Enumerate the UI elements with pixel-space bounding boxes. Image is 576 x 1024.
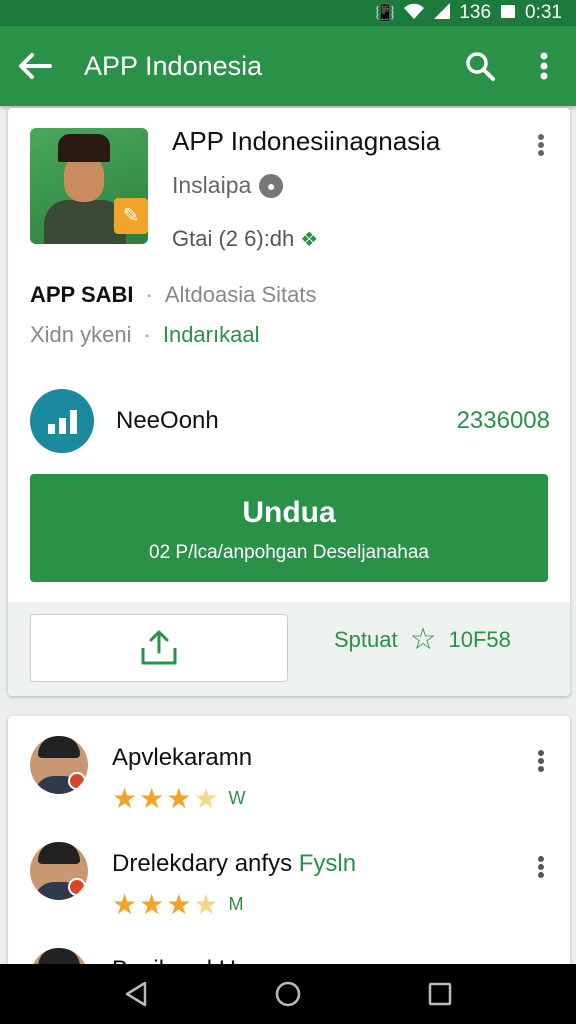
more-vert-icon: [538, 134, 544, 156]
avatar: [30, 842, 88, 900]
more-vert-icon: [538, 856, 544, 878]
star-icon: ★: [112, 889, 138, 920]
star-rating: ★ ★ ★ ★ W: [112, 782, 245, 815]
review-item: Drelekdary anfys Fysln ★ ★ ★ ★ M: [8, 842, 570, 942]
install-label: Undua: [242, 496, 336, 529]
info-key: Xidn ykeni: [30, 322, 132, 347]
page-title: APP Indonesia: [84, 50, 263, 81]
overflow-menu-button[interactable]: [512, 26, 576, 106]
search-icon: [466, 52, 495, 81]
system-nav-bar: [0, 964, 576, 1024]
clock: 0:31: [525, 2, 562, 23]
info-icon: ●: [259, 173, 284, 198]
nav-recents-button[interactable]: [410, 964, 470, 1024]
install-sublabel: 02 P/lca/anpohgan Deseljanahaa: [149, 542, 429, 563]
star-empty-icon: ★: [193, 889, 219, 920]
info-key: APP SABI: [30, 282, 134, 307]
nav-home-button[interactable]: [258, 964, 318, 1024]
reviewer-name: Drelekdary anfys Fysln: [112, 850, 357, 877]
review-more-button[interactable]: [530, 746, 552, 776]
more-vert-icon: [540, 52, 548, 80]
meta-text: Gtai (2 6):dh: [172, 226, 295, 251]
stat-icon: [30, 389, 94, 453]
search-button[interactable]: [448, 26, 512, 106]
star-rating: ★ ★ ★ ★ M: [112, 888, 243, 921]
rating-count: 10F58: [448, 626, 511, 652]
app-more-button[interactable]: [530, 130, 552, 160]
app-bar: APP Indonesia: [0, 26, 576, 106]
square-recents-icon: [428, 982, 452, 1006]
avatar: [30, 736, 88, 794]
developer-link[interactable]: Inslaipa ●: [172, 172, 284, 199]
edit-badge-icon: ✎: [114, 198, 148, 234]
developer-name: Inslaipa: [172, 172, 252, 198]
star-outline-icon: ☆: [409, 623, 437, 656]
more-vert-icon: [538, 750, 544, 772]
install-button[interactable]: Undua 02 P/lca/anpohgan Deseljanahaa: [30, 474, 548, 582]
stat-row[interactable]: NeeOonh 2336008: [30, 388, 550, 454]
review-tag: W: [228, 788, 246, 808]
status-bar: 📳 136 0:31: [0, 0, 576, 26]
separator-dot: ·: [145, 282, 153, 307]
reviewer-name: Apvlekaramn: [112, 744, 253, 771]
share-icon: [141, 630, 177, 665]
back-arrow-icon: [19, 53, 52, 79]
rating-summary[interactable]: Sptuat ☆ 10F58: [334, 622, 511, 657]
action-strip: Sptuat ☆ 10F58: [8, 602, 570, 696]
review-tag: M: [228, 894, 244, 914]
info-row: APP SABI · Altdoasia Sitats: [30, 282, 316, 308]
share-button[interactable]: [30, 614, 288, 682]
reviews-card: Apvlekaramn ★ ★ ★ ★ W Drelekdary anfys F…: [8, 716, 570, 976]
star-icon: ★: [139, 889, 165, 920]
star-icon: ★: [166, 889, 192, 920]
back-button[interactable]: [0, 26, 70, 106]
review-item: Apvlekaramn ★ ★ ★ ★ W: [8, 736, 570, 836]
star-half-icon: ★: [166, 783, 192, 814]
app-meta: Gtai (2 6):dh ❖: [172, 226, 318, 252]
wifi-icon: [403, 2, 425, 25]
battery-icon: [499, 2, 517, 25]
star-icon: ★: [112, 783, 138, 814]
network-label: 136: [459, 2, 492, 23]
info-row: Xidn ykeni · Indarıkaal: [30, 322, 259, 348]
circle-home-icon: [275, 981, 301, 1007]
nav-back-button[interactable]: [106, 964, 166, 1024]
stat-label: NeeOonh: [116, 407, 219, 434]
app-name: APP Indonesiinagnasia: [172, 126, 441, 156]
separator-dot: ·: [143, 322, 151, 347]
stat-value: 2336008: [456, 407, 550, 434]
verified-icon: ❖: [300, 228, 319, 251]
app-icon: ✎: [30, 128, 148, 244]
review-more-button[interactable]: [530, 852, 552, 882]
star-empty-icon: ★: [193, 783, 219, 814]
star-icon: ★: [139, 783, 165, 814]
info-value[interactable]: Indarıkaal: [163, 322, 260, 348]
vibrate-icon: 📳: [375, 5, 396, 22]
rating-summary-label: Sptuat: [334, 626, 398, 652]
triangle-back-icon: [125, 981, 147, 1007]
signal-icon: [433, 2, 451, 25]
info-value: Altdoasia Sitats: [164, 282, 317, 307]
app-detail-card: ✎ APP Indonesiinagnasia Inslaipa ● Gtai …: [8, 108, 570, 696]
